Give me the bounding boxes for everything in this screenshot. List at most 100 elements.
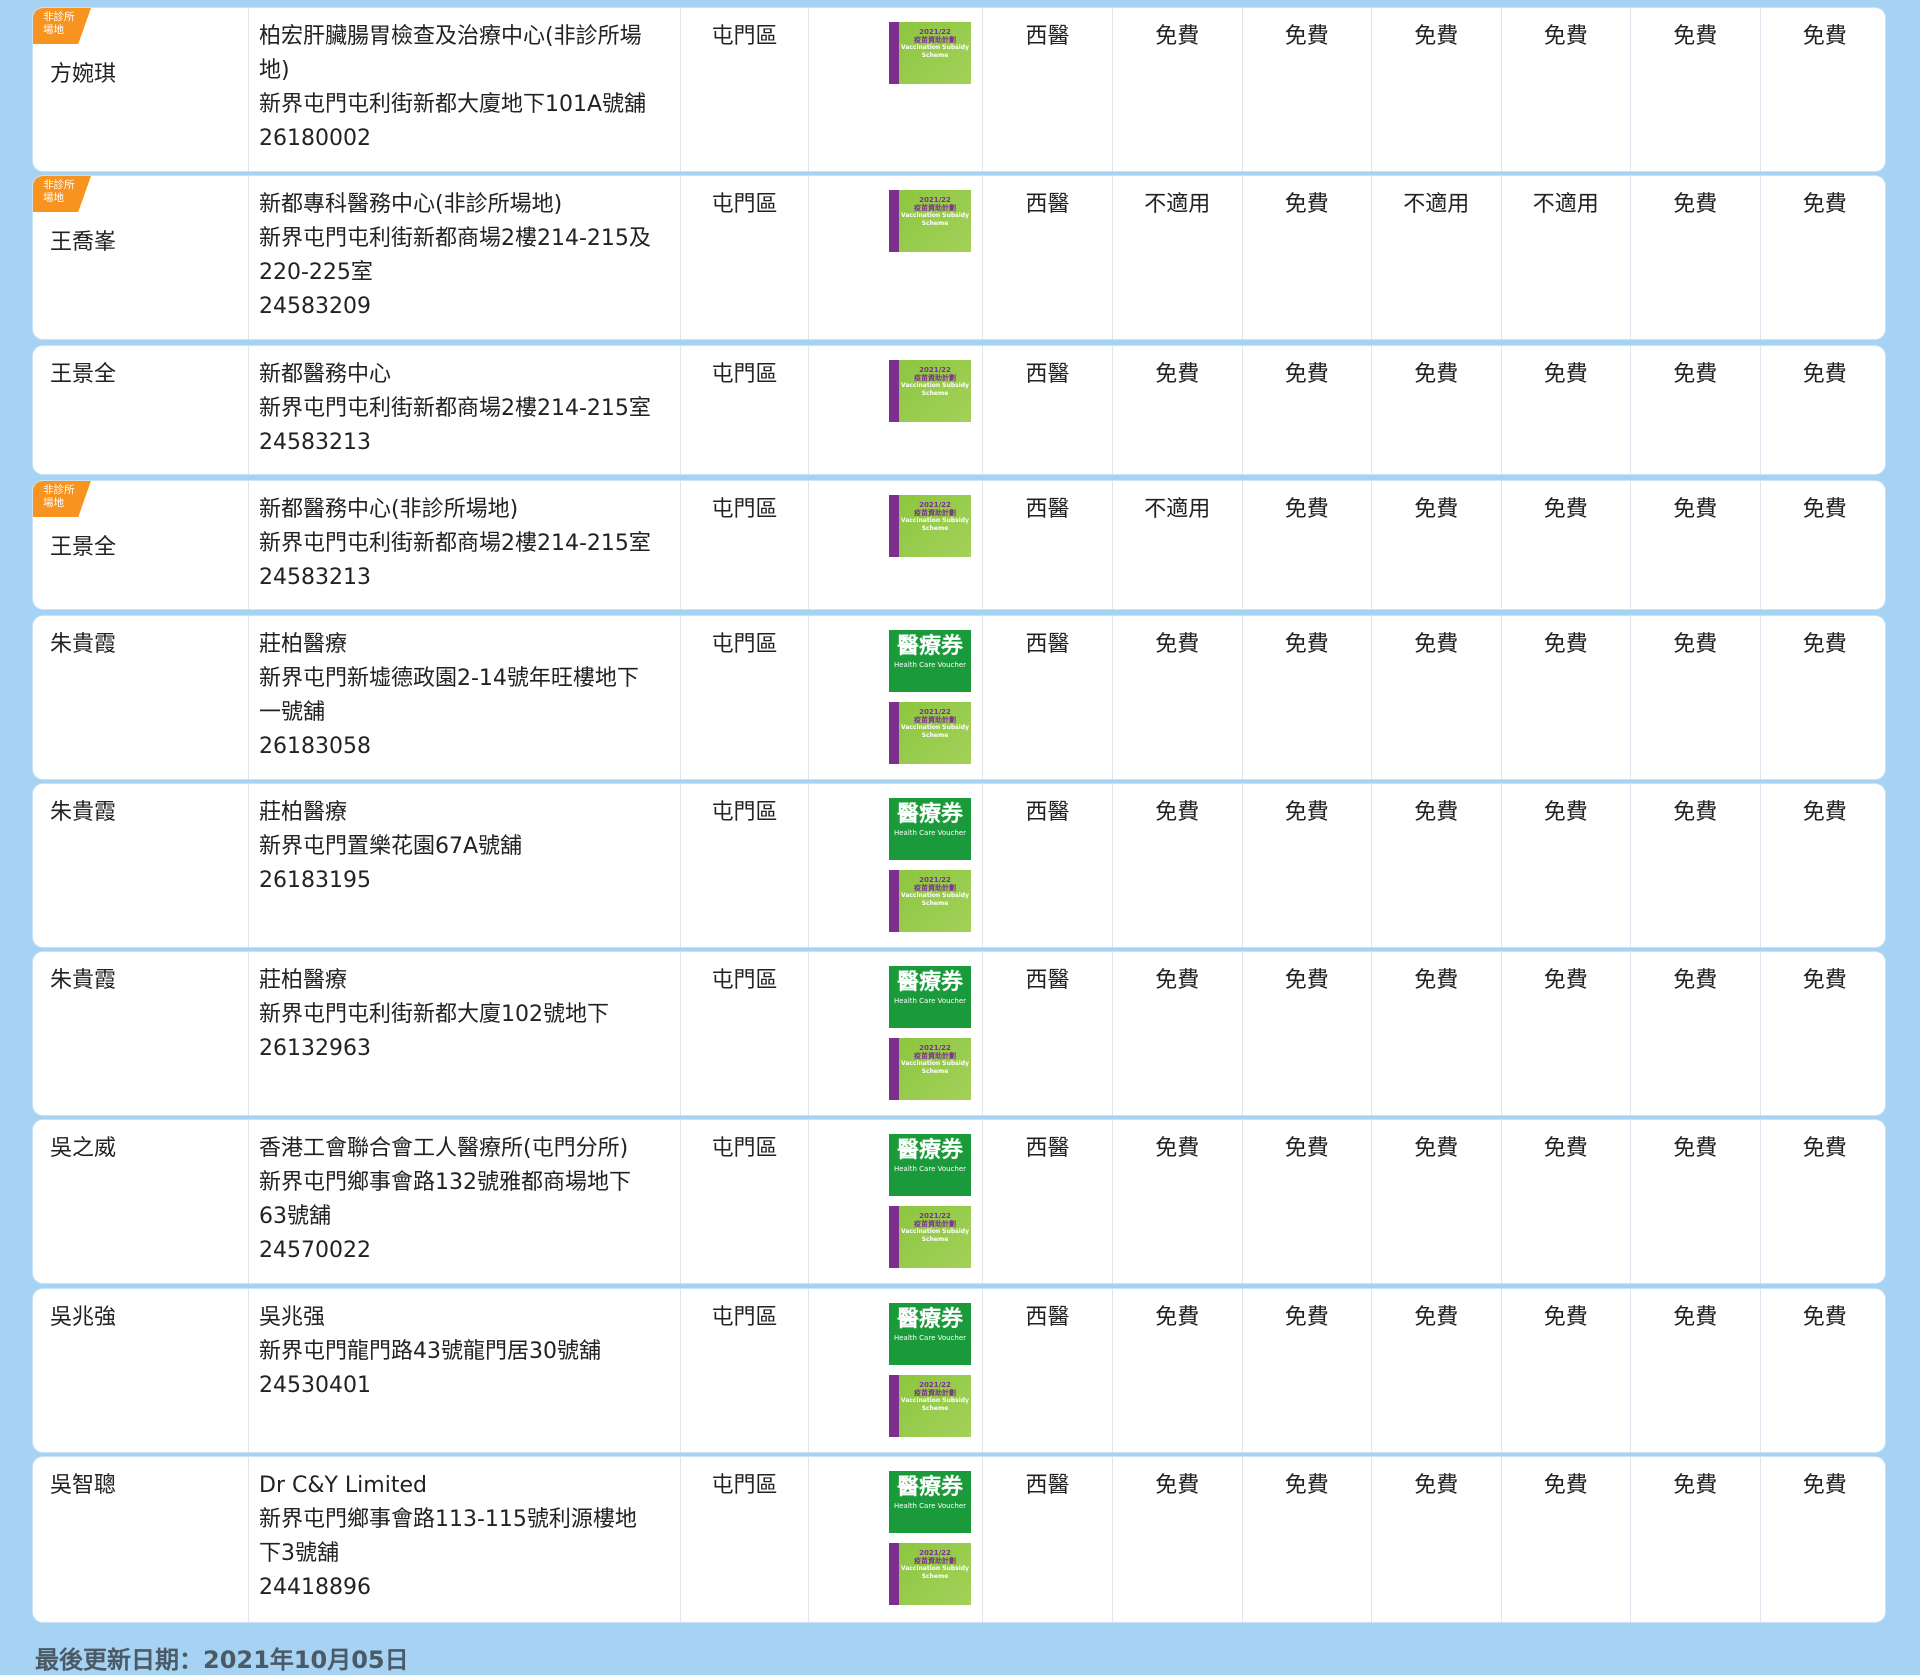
clinic-phone[interactable]: 26180002 bbox=[259, 122, 670, 156]
vaccination-scheme-logo: 2021/22 疫苗資助計劃 Vaccination Subsidy Scheme bbox=[889, 360, 971, 422]
vaccine-fee: 免費 bbox=[1112, 8, 1242, 171]
vaccine-fee: 免費 bbox=[1500, 1120, 1631, 1283]
vaccine-fee: 免費 bbox=[1630, 952, 1760, 1115]
clinic-phone[interactable]: 26183058 bbox=[259, 730, 670, 764]
table-row: 朱貴霞 莊柏醫療 新界屯門新墟德政園2-14號年旺樓地下 一號舖 26183058 屯門區… bbox=[33, 616, 1885, 779]
vaccine-fee: 免費 bbox=[1500, 616, 1631, 779]
doctor-name: 吳兆強 bbox=[50, 1305, 117, 1330]
vaccine-fee: 免費 bbox=[1241, 8, 1372, 171]
doctor-name: 朱貴霞 bbox=[50, 968, 117, 993]
clinic-info: 莊柏醫療 新界屯門置樂花園67A號舖 26183195 bbox=[248, 784, 680, 947]
vaccination-zh: 疫苗資助計劃 bbox=[914, 204, 956, 212]
vaccine-fee: 免費 bbox=[1241, 784, 1372, 947]
district: 屯門區 bbox=[680, 1120, 808, 1283]
vaccine-fee: 不適用 bbox=[1112, 481, 1242, 609]
clinic-phone[interactable]: 24583213 bbox=[259, 561, 670, 595]
medicine-type: 西醫 bbox=[982, 1457, 1112, 1622]
clinic-info: 新都醫務中心(非診所場地) 新界屯門屯利街新都商場2樓214-215室 245832… bbox=[248, 481, 680, 609]
vaccination-year: 2021/22 bbox=[919, 1044, 951, 1052]
clinic-line: 新界屯門龍門路43號龍門居30號舖 bbox=[259, 1339, 601, 1364]
vaccine-fee: 免費 bbox=[1630, 1289, 1760, 1452]
clinic-line: 新都醫務中心 bbox=[259, 362, 392, 387]
clinic-line: 新界屯門屯利街新都大廈地下101A號舖 bbox=[259, 92, 647, 117]
clinic-line: 一號舖 bbox=[259, 700, 326, 725]
district: 屯門區 bbox=[680, 952, 808, 1115]
clinic-line: 莊柏醫療 bbox=[259, 632, 348, 657]
clinic-info: 新都專科醫務中心(非診所場地) 新界屯門屯利街新都商場2樓214-215及 220-… bbox=[248, 176, 680, 339]
clinic-line: 新都專科醫務中心(非診所場地) bbox=[259, 192, 563, 217]
clinic-phone[interactable]: 26132963 bbox=[259, 1032, 670, 1066]
table-row: 吳智聰 Dr C&Y Limited 新界屯門鄉事會路113-115號利源樓地 下3號… bbox=[33, 1457, 1885, 1622]
health-care-voucher-logo: 醫療券 Health Care Voucher bbox=[889, 1303, 971, 1365]
vaccine-fee: 免費 bbox=[1630, 1120, 1760, 1283]
clinic-line: 新界屯門置樂花園67A號舖 bbox=[259, 834, 523, 859]
health-care-voucher-logo: 醫療券 Health Care Voucher bbox=[889, 966, 971, 1028]
table-row: 王喬峯 非診所 場地 新都專科醫務中心(非診所場地) 新界屯門屯利街新都商場2樓214… bbox=[33, 176, 1885, 339]
vaccination-zh: 疫苗資助計劃 bbox=[914, 1052, 956, 1060]
vaccination-en: Vaccination Subsidy Scheme bbox=[901, 517, 969, 532]
table-row: 王景全 新都醫務中心 新界屯門屯利街新都商場2樓214-215室 24583213 屯門… bbox=[33, 346, 1885, 474]
clinic-phone[interactable]: 24418896 bbox=[259, 1571, 670, 1605]
vaccination-zh: 疫苗資助計劃 bbox=[914, 509, 956, 517]
clinic-phone[interactable]: 24570022 bbox=[259, 1234, 670, 1268]
medicine-type: 西醫 bbox=[982, 346, 1112, 474]
clinic-line: 新界屯門鄉事會路113-115號利源樓地 bbox=[259, 1507, 637, 1532]
vaccine-fee: 免費 bbox=[1630, 8, 1760, 171]
clinic-line: 吳兆强 bbox=[259, 1305, 326, 1330]
voucher-zh: 醫療券 bbox=[896, 802, 963, 827]
vaccine-fee: 免費 bbox=[1500, 481, 1631, 609]
vaccination-year: 2021/22 bbox=[919, 501, 951, 509]
medicine-type: 西醫 bbox=[982, 481, 1112, 609]
scheme-logos: 2021/22 疫苗資助計劃 Vaccination Subsidy Scheme bbox=[808, 346, 982, 474]
clinic-line: 新界屯門屯利街新都商場2樓214-215及 bbox=[259, 226, 651, 251]
doctor-name: 吳智聰 bbox=[50, 1473, 117, 1498]
clinic-info: 莊柏醫療 新界屯門屯利街新都大廈102號地下 26132963 bbox=[248, 952, 680, 1115]
clinic-line: 220-225室 bbox=[259, 260, 373, 285]
clinic-phone[interactable]: 24530401 bbox=[259, 1369, 670, 1403]
vaccination-year: 2021/22 bbox=[919, 708, 951, 716]
clinic-line: 新都醫務中心(非診所場地) bbox=[259, 497, 519, 522]
voucher-zh: 醫療券 bbox=[896, 1475, 963, 1500]
clinic-line: 新界屯門屯利街新都商場2樓214-215室 bbox=[259, 396, 651, 421]
vaccine-fee: 免費 bbox=[1112, 346, 1242, 474]
table-row: 方婉琪 非診所 場地 柏宏肝臟腸胃檢查及治療中心(非診所場 地) 新界屯門屯利街新都大廈… bbox=[33, 8, 1885, 171]
vaccine-fee: 免費 bbox=[1112, 616, 1242, 779]
scheme-logos: 2021/22 疫苗資助計劃 Vaccination Subsidy Scheme bbox=[808, 481, 982, 609]
scheme-logos: 醫療券 Health Care Voucher 2021/22 疫苗資助計劃 Vacci… bbox=[808, 1289, 982, 1452]
vaccination-scheme-logo: 2021/22 疫苗資助計劃 Vaccination Subsidy Scheme bbox=[889, 190, 971, 252]
clinic-phone[interactable]: 26183195 bbox=[259, 864, 670, 898]
vaccine-fee: 免費 bbox=[1759, 784, 1886, 947]
vaccine-fee: 免費 bbox=[1759, 481, 1886, 609]
clinic-phone[interactable]: 24583213 bbox=[259, 426, 670, 460]
vaccination-en: Vaccination Subsidy Scheme bbox=[901, 1060, 969, 1075]
vaccination-en: Vaccination Subsidy Scheme bbox=[901, 1397, 969, 1412]
vaccination-scheme-logo: 2021/22 疫苗資助計劃 Vaccination Subsidy Scheme bbox=[889, 870, 971, 932]
district: 屯門區 bbox=[680, 616, 808, 779]
clinic-line: 香港工會聯合會工人醫療所(屯門分所) bbox=[259, 1136, 629, 1161]
vaccine-fee: 免費 bbox=[1500, 346, 1631, 474]
clinic-phone[interactable]: 24583209 bbox=[259, 290, 670, 324]
vaccine-fee: 免費 bbox=[1241, 952, 1372, 1115]
table-row: 王景全 非診所 場地 新都醫務中心(非診所場地) 新界屯門屯利街新都商場2樓214-2… bbox=[33, 481, 1885, 609]
medicine-type: 西醫 bbox=[982, 952, 1112, 1115]
clinic-info: 莊柏醫療 新界屯門新墟德政園2-14號年旺樓地下 一號舖 26183058 bbox=[248, 616, 680, 779]
vaccine-fee: 免費 bbox=[1500, 8, 1631, 171]
district: 屯門區 bbox=[680, 176, 808, 339]
clinic-line: Dr C&Y Limited bbox=[259, 1473, 427, 1498]
clinic-line: 下3號舖 bbox=[259, 1541, 339, 1566]
vaccination-year: 2021/22 bbox=[919, 1212, 951, 1220]
vaccine-fee: 免費 bbox=[1630, 616, 1760, 779]
vaccine-fee: 不適用 bbox=[1112, 176, 1242, 339]
vaccine-fee: 免費 bbox=[1371, 481, 1501, 609]
doctor-name: 朱貴霞 bbox=[50, 632, 117, 657]
voucher-en: Health Care Voucher bbox=[893, 997, 967, 1005]
district: 屯門區 bbox=[680, 784, 808, 947]
clinic-line: 柏宏肝臟腸胃檢查及治療中心(非診所場 bbox=[259, 24, 642, 49]
vaccination-zh: 疫苗資助計劃 bbox=[914, 1389, 956, 1397]
vaccine-fee: 免費 bbox=[1241, 1120, 1372, 1283]
vaccine-fee: 免費 bbox=[1371, 346, 1501, 474]
vaccination-scheme-logo: 2021/22 疫苗資助計劃 Vaccination Subsidy Scheme bbox=[889, 22, 971, 84]
vaccination-en: Vaccination Subsidy Scheme bbox=[901, 1565, 969, 1580]
vaccination-en: Vaccination Subsidy Scheme bbox=[901, 382, 969, 397]
vaccine-fee: 免費 bbox=[1371, 1457, 1501, 1622]
